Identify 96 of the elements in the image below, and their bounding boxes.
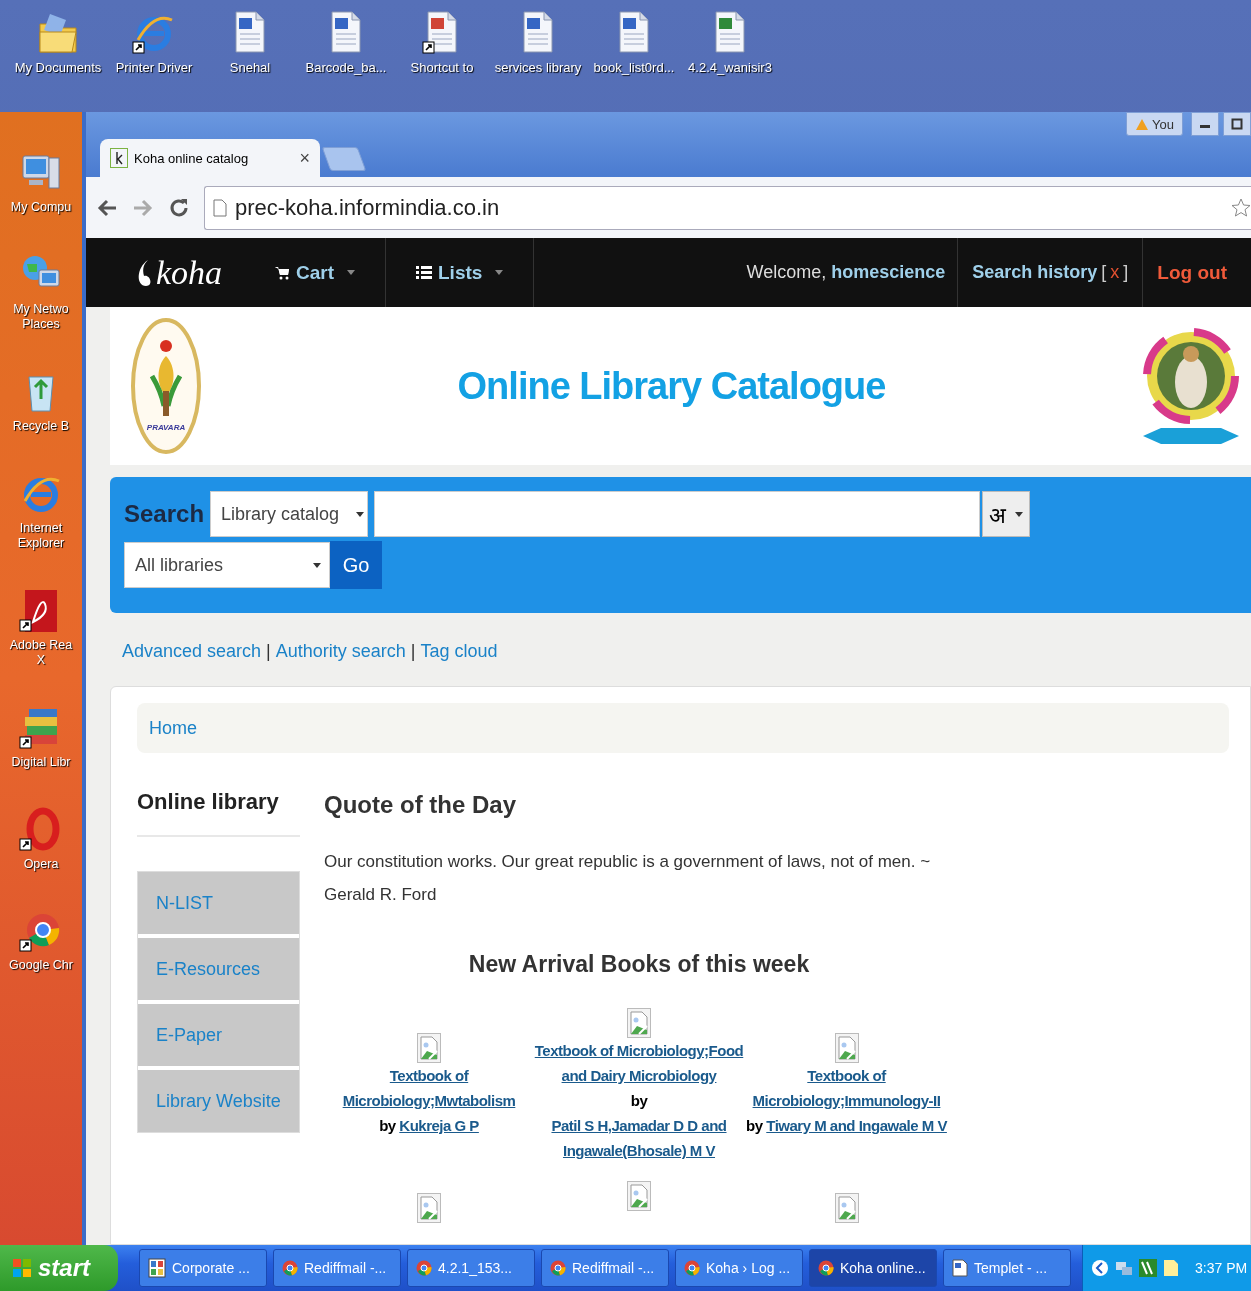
bookmark-star-icon[interactable]: [1231, 197, 1251, 218]
desktop-icon-label[interactable]: Digital Libr: [5, 755, 77, 771]
broken-image-icon: [417, 1033, 441, 1063]
nav-link[interactable]: Tag cloud: [420, 641, 498, 662]
go-button[interactable]: Go: [330, 541, 382, 589]
list-icon: [416, 264, 432, 281]
sidebar-link[interactable]: N-LIST: [138, 872, 299, 934]
close-tab-button[interactable]: ×: [299, 147, 310, 169]
book-title-link[interactable]: Textbook of Microbiology;Food and Dairy Microbiology: [534, 1038, 744, 1088]
document-icon: [952, 1259, 968, 1277]
welcome-text: Welcome,: [746, 262, 827, 283]
author-link[interactable]: Tiwary M and Ingawale M V: [766, 1113, 947, 1138]
desktop-icon-label[interactable]: Shortcut to: [410, 60, 474, 77]
windows-logo-icon: [12, 1258, 32, 1278]
maximize-button[interactable]: [1223, 112, 1251, 136]
desktop-icon-label[interactable]: Barcode_ba...: [305, 60, 387, 77]
broken-image-icon: [834, 1193, 859, 1223]
desktop-icon-label[interactable]: Snehal: [229, 60, 271, 77]
taskbar-button[interactable]: Templet - ...: [943, 1249, 1071, 1287]
broken-image-icon: [834, 1033, 859, 1063]
author-link[interactable]: Patil S H,Jamadar D D and Ingawale(Bhosale) M V: [534, 1113, 744, 1163]
desktop-icon-label[interactable]: My Compu: [5, 200, 77, 216]
desktop-icon-label[interactable]: My Documents: [14, 60, 102, 77]
address-bar[interactable]: prec-koha.informindia.co.in: [204, 185, 1251, 230]
desktop-icon-label[interactable]: Adobe Rea X: [5, 637, 77, 669]
tray-app-icon[interactable]: [1139, 1259, 1157, 1277]
link-separator: |: [410, 641, 416, 662]
chrome-icon: [282, 1260, 298, 1276]
taskbar-button[interactable]: Rediffmail -...: [273, 1249, 401, 1287]
sidebar-link[interactable]: E-Resources: [138, 938, 299, 1000]
tray-note-icon[interactable]: [1163, 1259, 1179, 1277]
catalog-dropdown[interactable]: Library catalog: [210, 491, 369, 537]
search-field[interactable]: [374, 491, 981, 537]
desktop-icon-label[interactable]: Google Chr: [5, 958, 77, 974]
page-icon: [213, 198, 227, 217]
institute-logo: PRAVARA: [130, 316, 202, 456]
author-link[interactable]: Kukreja G P: [399, 1113, 479, 1138]
nav-link[interactable]: Authority search: [275, 641, 406, 662]
back-icon[interactable]: [96, 197, 118, 218]
profile-button[interactable]: You: [1126, 112, 1183, 136]
chrome-icon: [684, 1260, 700, 1276]
desktop-icon-label[interactable]: 4.2.4_wanisir3: [688, 60, 772, 77]
link-separator: |: [266, 641, 271, 662]
by-label: by: [630, 1092, 648, 1109]
breadcrumb-link[interactable]: Home: [137, 703, 1229, 753]
search-label: Search: [124, 500, 205, 528]
new-arrivals-heading: New Arrival Books of this week: [467, 951, 811, 978]
book-title-link[interactable]: Textbook of Microbiology;Immunology-II: [744, 1063, 949, 1113]
desktop-icon-label[interactable]: Recycle B: [5, 418, 77, 435]
broken-image-icon: [417, 1193, 441, 1223]
maximize-icon: [1231, 118, 1243, 130]
broken-image-icon: [627, 1181, 651, 1211]
expand-tray-icon[interactable]: [1091, 1259, 1109, 1277]
sidebar-link[interactable]: Library Website: [138, 1070, 299, 1132]
reload-icon[interactable]: [168, 196, 190, 219]
clear-history-link[interactable]: x: [1110, 262, 1120, 283]
koha-logo[interactable]: koha: [134, 238, 274, 307]
bracket-text: [: [1101, 262, 1107, 283]
taskbar-button[interactable]: 4.2.1_153...: [407, 1249, 535, 1287]
library-dropdown[interactable]: All libraries: [124, 542, 330, 588]
keyboard-button[interactable]: अ: [982, 491, 1031, 537]
chrome-icon: [416, 1260, 432, 1276]
clock: 3:37 PM: [1195, 1260, 1248, 1276]
desktop-icon-label[interactable]: book_list0rd...: [593, 60, 675, 77]
catalogue-title: Online Library Catalogue: [457, 364, 886, 408]
taskbar-button[interactable]: Koha › Log ...: [675, 1249, 803, 1287]
desktop-icon-label[interactable]: services library: [494, 60, 582, 77]
cart-icon: [274, 264, 290, 281]
quote-text: Our constitution works. Our great republic is a government of laws, not of men. ~ Gerald R. Ford: [324, 851, 932, 906]
broken-image-icon: [627, 1008, 651, 1038]
book-title-link[interactable]: Textbook of Microbiology;Mwtabolism: [324, 1063, 534, 1113]
bracket-text: ]: [1123, 262, 1129, 283]
chrome-icon: [818, 1260, 834, 1276]
minimize-button[interactable]: [1191, 112, 1219, 136]
site-logo-icon: [110, 148, 128, 168]
start-button[interactable]: start: [0, 1245, 118, 1291]
taskbar-button[interactable]: Corporate ...: [139, 1249, 267, 1287]
nav-link[interactable]: Advanced search: [122, 641, 262, 662]
sidebar-link[interactable]: E-Paper: [138, 1004, 299, 1066]
taskbar-button[interactable]: Rediffmail -...: [541, 1249, 669, 1287]
chrome-icon: [550, 1260, 566, 1276]
warning-icon: [1135, 117, 1150, 131]
taskbar-button[interactable]: Koha online...: [809, 1249, 937, 1287]
by-label: by: [379, 1117, 396, 1134]
desktop-icon-label[interactable]: My Netwo Places: [5, 301, 77, 333]
sidebar-title: Online library: [137, 779, 300, 837]
desktop-icon-label[interactable]: Printer Driver: [115, 60, 193, 77]
browser-tab[interactable]: Koha online catalog ×: [100, 139, 320, 177]
username-link[interactable]: homescience: [831, 262, 946, 283]
by-label: by: [746, 1117, 763, 1134]
quote-heading: Quote of the Day: [324, 791, 517, 819]
grid-icon: [148, 1258, 166, 1278]
logout-link[interactable]: Log out: [1143, 238, 1251, 307]
desktop-icon-label[interactable]: Internet Explorer: [5, 520, 77, 552]
desktop-icon-label[interactable]: Opera: [5, 856, 77, 873]
search-history-link[interactable]: Search history: [972, 262, 1098, 283]
